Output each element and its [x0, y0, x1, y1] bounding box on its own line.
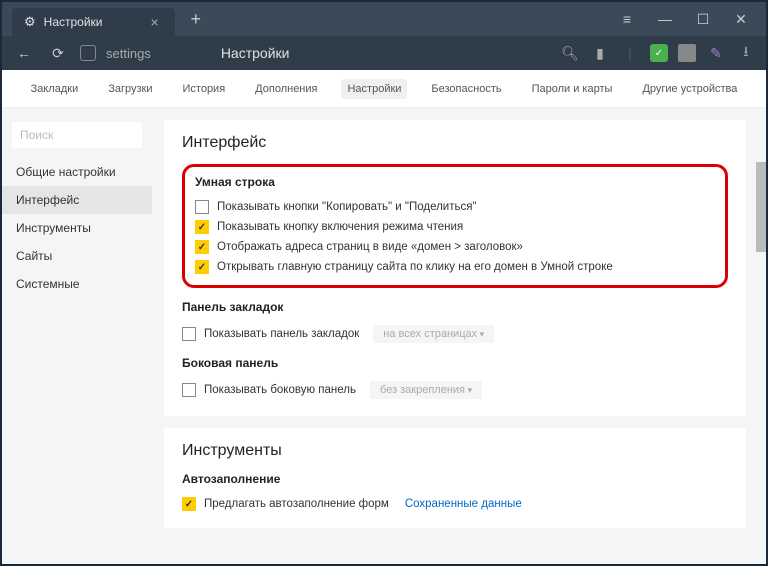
address-bar[interactable]: settings Настройки [80, 45, 550, 61]
settings-tabs: Закладки Загрузки История Дополнения Нас… [2, 70, 766, 108]
option-label: Открывать главную страницу сайта по клик… [217, 261, 613, 273]
gear-icon: ⚙ [24, 14, 36, 30]
tab-history[interactable]: История [177, 79, 232, 99]
section-interface: Интерфейс Умная строка Показывать кнопки… [164, 120, 746, 416]
option-autofill-forms[interactable]: Предлагать автозаполнение форм Сохраненн… [182, 494, 728, 514]
section-title: Интерфейс [182, 134, 728, 152]
sidebar-item-system[interactable]: Системные [2, 270, 152, 298]
separator: | [620, 43, 640, 63]
option-address-format[interactable]: Отображать адреса страниц в виде «домен … [195, 237, 715, 257]
site-icon [80, 45, 96, 61]
main-panel: Интерфейс Умная строка Показывать кнопки… [152, 108, 766, 564]
tab-security[interactable]: Безопасность [425, 79, 507, 99]
option-label: Показывать кнопки "Копировать" и "Подели… [217, 201, 477, 213]
bookmarks-panel-dropdown[interactable]: на всех страницах [373, 325, 494, 343]
checkbox[interactable] [182, 497, 196, 511]
page-title: Настройки [221, 45, 290, 61]
tab-devices[interactable]: Другие устройства [636, 79, 743, 99]
option-copy-share[interactable]: Показывать кнопки "Копировать" и "Подели… [195, 197, 715, 217]
tab-addons[interactable]: Дополнения [249, 79, 323, 99]
maximize-button[interactable]: ☐ [688, 5, 718, 33]
option-label: Показывать кнопку включения режима чтени… [217, 221, 463, 233]
search-icon[interactable]: 🔍︎ [560, 43, 580, 63]
group-title-smartline: Умная строка [195, 175, 715, 189]
group-title-side-panel: Боковая панель [182, 356, 728, 370]
checkbox[interactable] [195, 260, 209, 274]
option-open-homepage[interactable]: Открывать главную страницу сайта по клик… [195, 257, 715, 277]
option-label: Отображать адреса страниц в виде «домен … [217, 241, 523, 253]
tab-bookmarks[interactable]: Закладки [25, 79, 85, 99]
url-text: settings [106, 46, 151, 61]
back-button[interactable]: ← [12, 45, 36, 61]
option-label: Предлагать автозаполнение форм [204, 498, 389, 510]
tab-passwords[interactable]: Пароли и карты [526, 79, 619, 99]
group-title-autofill: Автозаполнение [182, 472, 728, 486]
content-area: Поиск Общие настройки Интерфейс Инструме… [2, 108, 766, 564]
sidebar-item-tools[interactable]: Инструменты [2, 214, 152, 242]
group-title-bookmarks-panel: Панель закладок [182, 300, 728, 314]
option-label: Показывать боковую панель [204, 384, 356, 396]
navbar: ← ⟳ settings Настройки 🔍︎ ▮ | ✓ ✎ ⭳ [2, 36, 766, 70]
sidebar-item-interface[interactable]: Интерфейс [2, 186, 152, 214]
titlebar: ⚙ Настройки × + ≡ — ☐ ✕ [2, 2, 766, 36]
minimize-button[interactable]: — [650, 5, 680, 33]
option-show-bookmarks-panel[interactable]: Показывать панель закладок на всех стран… [182, 322, 728, 346]
tab-settings[interactable]: Настройки [341, 79, 407, 99]
new-tab-button[interactable]: + [191, 9, 202, 30]
checkbox[interactable] [182, 327, 196, 341]
side-panel-dropdown[interactable]: без закрепления [370, 381, 482, 399]
scrollbar-thumb[interactable] [756, 162, 766, 252]
tab-downloads[interactable]: Загрузки [102, 79, 158, 99]
reload-button[interactable]: ⟳ [46, 45, 70, 62]
checkbox[interactable] [195, 220, 209, 234]
close-tab-icon[interactable]: × [151, 14, 163, 30]
checkbox[interactable] [195, 200, 209, 214]
option-label: Показывать панель закладок [204, 328, 359, 340]
sidebar-item-general[interactable]: Общие настройки [2, 158, 152, 186]
protect-icon[interactable]: ✓ [650, 44, 668, 62]
option-reader-mode[interactable]: Показывать кнопку включения режима чтени… [195, 217, 715, 237]
sidebar-item-sites[interactable]: Сайты [2, 242, 152, 270]
option-show-side-panel[interactable]: Показывать боковую панель без закреплени… [182, 378, 728, 402]
menu-icon[interactable]: ≡ [612, 5, 642, 33]
saved-data-link[interactable]: Сохраненные данные [405, 498, 522, 510]
browser-tab[interactable]: ⚙ Настройки × [12, 8, 175, 36]
search-input[interactable]: Поиск [12, 122, 142, 148]
download-icon[interactable]: ⭳ [736, 43, 756, 63]
bookmark-icon[interactable]: ▮ [590, 43, 610, 63]
close-window-button[interactable]: ✕ [726, 5, 756, 33]
feather-icon[interactable]: ✎ [706, 43, 726, 63]
checkbox[interactable] [182, 383, 196, 397]
avatar-icon[interactable] [678, 44, 696, 62]
section-tools: Инструменты Автозаполнение Предлагать ав… [164, 428, 746, 528]
checkbox[interactable] [195, 240, 209, 254]
section-title: Инструменты [182, 442, 728, 460]
smartline-group-highlight: Умная строка Показывать кнопки "Копирова… [182, 164, 728, 288]
tab-title: Настройки [44, 15, 103, 29]
window-controls: ≡ — ☐ ✕ [612, 5, 766, 33]
settings-sidebar: Поиск Общие настройки Интерфейс Инструме… [2, 108, 152, 564]
